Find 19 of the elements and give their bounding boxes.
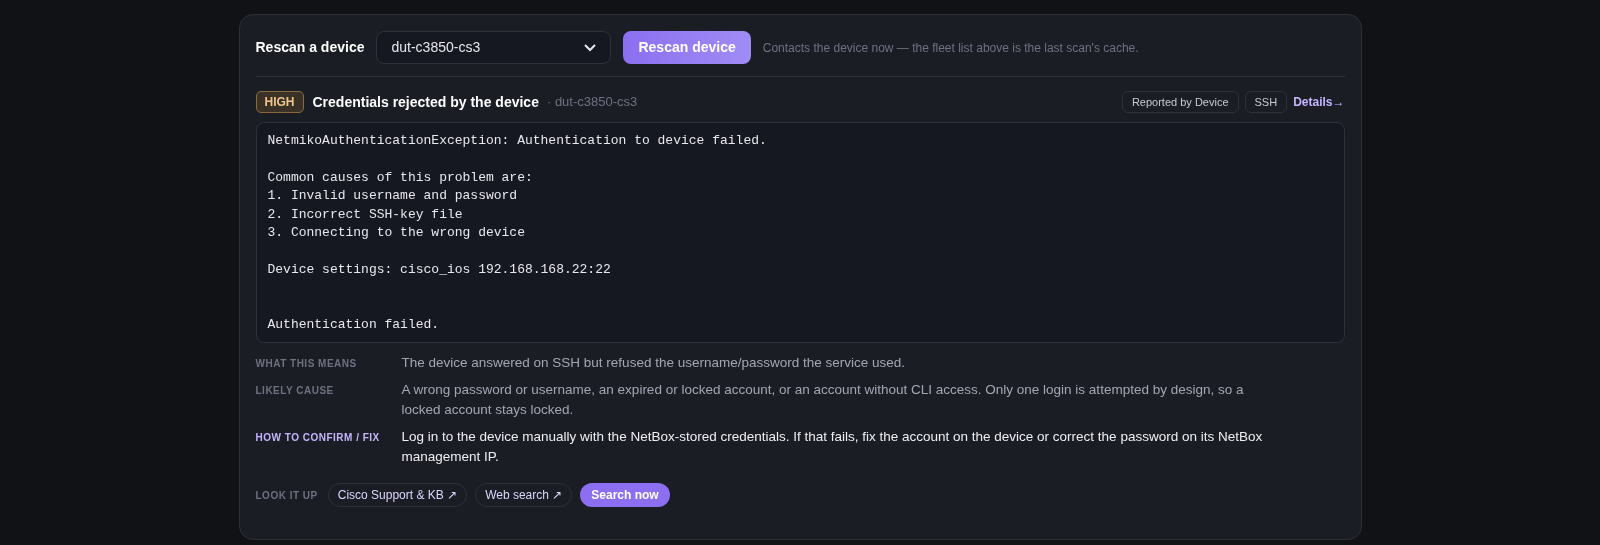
search-button[interactable]: Search now: [580, 483, 670, 507]
tag: SSH: [1244, 91, 1288, 113]
info-label: WHAT THIS MEANS: [255, 357, 358, 371]
rescan-label: Rescan a device: [255, 38, 365, 57]
error-log: NetmikoAuthenticationException: Authentication to device failed. Common causes of this problem are: 1. Invalid username and password 2. Incorrect SSH-key file 3. Connecting to the wrong device Device settings: cisco_ios 192.168.168.22:22 Authentication failed.: [255, 122, 1345, 343]
info-text: A wrong password or username, an expired or locked account, or an account without CLI access. Only one login is attempted by design, so a locked account stays locked.: [401, 381, 1245, 419]
device-select[interactable]: dut-c3850-cs3: [376, 31, 612, 64]
info-label: HOW TO CONFIRM / FIX: [255, 431, 381, 445]
lookup-label: LOOK IT UP: [255, 488, 318, 503]
tag: Reported by Device: [1121, 91, 1239, 113]
info-text: The device answered on SSH but refused the username/password the service used.: [401, 354, 907, 372]
info-text: Log in to the device manually with the NetBox-stored credentials. If that fails, fix the account on the device or correct the password on its NetBox management IP.: [401, 428, 1264, 466]
finding-title: Credentials rejected by the device: [312, 92, 539, 112]
details-link[interactable]: Details→: [1293, 93, 1345, 111]
chevron-down-icon: [584, 43, 597, 52]
hint-text: Contacts the device now — the fleet list above is the last scan's cache.: [762, 39, 1139, 57]
info-label: LIKELY CAUSE: [255, 384, 335, 398]
device-name: · dut-c3850-cs3: [546, 93, 638, 112]
severity-badge: HIGH: [255, 91, 304, 113]
